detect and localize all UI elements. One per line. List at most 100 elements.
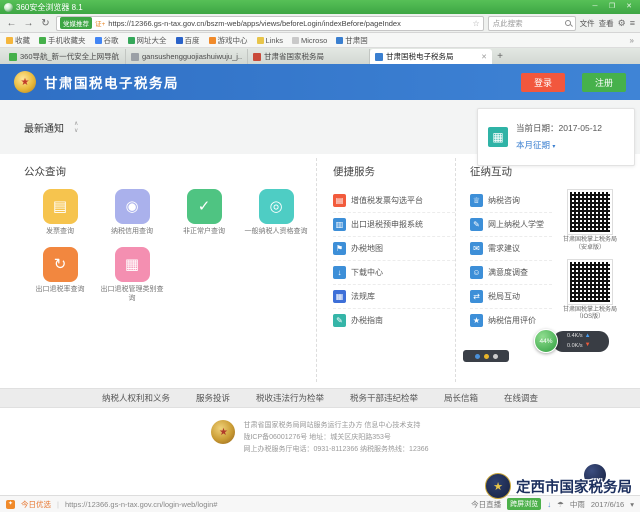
search-icon[interactable] xyxy=(564,20,571,26)
section-convenient-services: 便捷服务 ▤ 增值税发票勾选平台 ▥ 出口退税预申报系统 ⚑ 办税地图 ↓ 下载中心 ▦… xyxy=(316,158,455,382)
tax-guide-item[interactable]: ✎ 办税指南 xyxy=(333,309,455,332)
mini-toolbar[interactable] xyxy=(463,350,509,362)
invoice-query-item[interactable]: ▤ 发票查询 xyxy=(24,189,96,237)
notice-up-icon[interactable]: ∧ xyxy=(74,121,78,127)
tax-credit-query-item[interactable]: ◉ 纳税信用查询 xyxy=(96,189,168,237)
footer-link-director-mailbox[interactable]: 局长信箱 xyxy=(444,392,478,404)
gift-icon[interactable]: ✦ xyxy=(6,499,15,509)
status-date[interactable]: 2017/6/16 xyxy=(591,500,624,509)
bookmark-item[interactable]: 百度 xyxy=(175,35,200,46)
footer-link-report-violation[interactable]: 税收违法行为检举 xyxy=(256,392,324,404)
item-label: 纳税信用查询 xyxy=(111,228,153,235)
notice-down-icon[interactable]: ∨ xyxy=(74,128,78,134)
back-button[interactable]: ← xyxy=(5,15,18,32)
bookmark-item[interactable]: 甘肃国 xyxy=(336,35,368,46)
tab-360-nav[interactable]: 360导航_新一代安全上网导航 xyxy=(4,49,126,64)
tab-close-icon[interactable]: ✕ xyxy=(481,53,487,61)
live-link[interactable]: 今日直播 xyxy=(471,499,501,510)
download-center-item[interactable]: ↓ 下载中心 xyxy=(333,261,455,285)
close-button[interactable]: ✕ xyxy=(622,0,636,14)
favorite-star-icon[interactable]: ☆ xyxy=(472,19,479,28)
bookmarks-bar: 收藏 手机收藏夹 谷歌 网址大全 百度 游戏中心 Links Microso 甘… xyxy=(0,33,640,48)
qr-label-ios: 甘肃国税掌上税务局 （IOS版） xyxy=(562,306,617,321)
browser-toolbar: ← → ↻ 党媒推荐 证+ https://12366.gs-n-tax.gov… xyxy=(0,14,640,33)
bureau-interaction-item[interactable]: ⇄ 税局互动 xyxy=(470,285,552,309)
bookmark-item[interactable]: 收藏 xyxy=(6,35,30,46)
gear-icon[interactable]: ⚙ xyxy=(618,18,626,29)
tax-consult-item[interactable]: ♕ 纳税咨询 xyxy=(470,189,552,213)
notice-label: 最新通知 xyxy=(24,123,64,135)
bookmark-label: 网址大全 xyxy=(136,35,167,45)
forward-button[interactable]: → xyxy=(22,15,35,32)
cross-screen-button[interactable]: 跨屏浏览 xyxy=(507,498,542,510)
browser-360-logo-icon xyxy=(4,2,13,12)
bureau-interaction-icon: ⇄ xyxy=(470,290,483,303)
item-label: 纳税信用评价 xyxy=(488,316,536,325)
bookmark-icon xyxy=(256,36,264,44)
mini-tool-icon[interactable] xyxy=(474,353,480,359)
expand-icon[interactable]: » xyxy=(630,36,634,45)
tab-etax-active[interactable]: 甘肃国税电子税务局 ✕ xyxy=(370,49,492,64)
item-label: 下载中心 xyxy=(351,268,383,277)
export-rebate-rate-query-item[interactable]: ↻ 出口退税率查询 xyxy=(24,246,96,304)
footer-link-online-survey[interactable]: 在线调查 xyxy=(504,392,538,404)
item-label: 出口退税预申报系统 xyxy=(351,220,423,229)
abnormal-account-query-item[interactable]: ✓ 非正常户查询 xyxy=(168,189,240,237)
tax-map-item[interactable]: ⚑ 办税地图 xyxy=(333,237,455,261)
law-library-item[interactable]: ▦ 法规库 xyxy=(333,285,455,309)
bookmark-item[interactable]: 手机收藏夹 xyxy=(39,35,86,46)
footer-link-complaint[interactable]: 服务投诉 xyxy=(196,392,230,404)
login-button[interactable]: 登录 xyxy=(520,72,565,92)
satisfaction-survey-icon: ☺ xyxy=(470,266,483,279)
new-tab-button[interactable]: + xyxy=(492,49,508,64)
suggestion-item[interactable]: ✉ 需求建议 xyxy=(470,237,552,261)
menu-file[interactable]: 文件 xyxy=(580,18,595,29)
menu-view[interactable]: 查看 xyxy=(599,18,614,29)
browser-search-input[interactable]: 点此搜索 xyxy=(487,15,576,31)
footer-line-3: 网上办税服务厅电话：0931-8112366 纳税服务热线：12366 xyxy=(243,445,429,453)
browser-window: 360安全浏览器 8.1 ─ ❐ ✕ ← → ↻ 党媒推荐 证+ https:/… xyxy=(0,0,640,512)
export-rebate-category-query-item[interactable]: ▦ 出口退税管理类别查询 xyxy=(96,246,168,304)
daily-picks-link[interactable]: 今日优选 xyxy=(21,499,51,510)
tab-label: 甘肃国税电子税务局 xyxy=(386,52,454,61)
url-text[interactable]: https://12366.gs-n-tax.gov.cn/bszm-web/a… xyxy=(108,19,469,28)
bookmarks-bar-extras[interactable]: » xyxy=(630,36,634,45)
maximize-button[interactable]: ❐ xyxy=(605,0,619,14)
satisfaction-survey-item[interactable]: ☺ 满意度调查 xyxy=(470,261,552,285)
bookmark-item[interactable]: 网址大全 xyxy=(127,35,167,46)
bookmark-item[interactable]: Links xyxy=(256,36,283,45)
refresh-button[interactable]: ↻ xyxy=(39,15,52,32)
chevron-down-icon[interactable]: ▾ xyxy=(630,500,634,509)
footer-link-rights[interactable]: 纳税人权利和义务 xyxy=(102,392,170,404)
footer-link-report-cadre[interactable]: 税务干部违纪检举 xyxy=(350,392,418,404)
tax-map-icon: ⚑ xyxy=(333,242,346,255)
bookmark-item[interactable]: Microso xyxy=(292,36,327,45)
mini-tool-icon[interactable] xyxy=(483,353,489,359)
bookmark-item[interactable]: 谷歌 xyxy=(94,35,119,46)
credit-rating-icon: ★ xyxy=(470,314,483,327)
mini-tool-icon[interactable] xyxy=(492,353,498,359)
weather-text[interactable]: 中雨 xyxy=(570,499,585,510)
tab-favicon xyxy=(253,52,261,61)
accelerator-ball[interactable]: 44% xyxy=(534,329,558,353)
minimize-button[interactable]: ─ xyxy=(588,0,602,14)
download-icon[interactable]: ↓ xyxy=(547,500,551,509)
tab-gansu-pinyin[interactable]: gansushengguojiashuiwuju_j... xyxy=(126,49,248,64)
credit-rating-item[interactable]: ★ 纳税信用评价 xyxy=(470,309,552,332)
taxpayer-school-item[interactable]: ✎ 网上纳税人学堂 xyxy=(470,213,552,237)
vat-invoice-platform-item[interactable]: ▤ 增值税发票勾选平台 xyxy=(333,189,455,213)
page-content: ★ 甘肃国税电子税务局 登录 注册 最新通知 ∧ ∨ ▦ 当前日期：2017-0… xyxy=(0,64,640,495)
tab-label: 甘肃省国家税务局 xyxy=(264,52,324,61)
address-bar[interactable]: 党媒推荐 证+ https://12366.gs-n-tax.gov.cn/bs… xyxy=(56,15,484,31)
export-rebate-prefile-item[interactable]: ▥ 出口退税预申报系统 xyxy=(333,213,455,237)
tab-gansu-tax-bureau[interactable]: 甘肃省国家税务局 xyxy=(248,49,370,64)
tax-period-dropdown[interactable]: 本月征期 ▾ xyxy=(516,140,602,152)
register-button[interactable]: 注册 xyxy=(581,72,626,92)
menu-icon[interactable]: ≡ xyxy=(630,18,635,28)
item-label: 纳税咨询 xyxy=(488,196,520,205)
tab-label: 360导航_新一代安全上网导航 xyxy=(20,52,120,61)
bookmark-icon xyxy=(6,36,13,44)
bookmark-item[interactable]: 游戏中心 xyxy=(208,35,248,46)
general-taxpayer-query-item[interactable]: ◎ 一般纳税人资格查询 xyxy=(240,189,312,237)
tab-favicon xyxy=(375,52,383,61)
